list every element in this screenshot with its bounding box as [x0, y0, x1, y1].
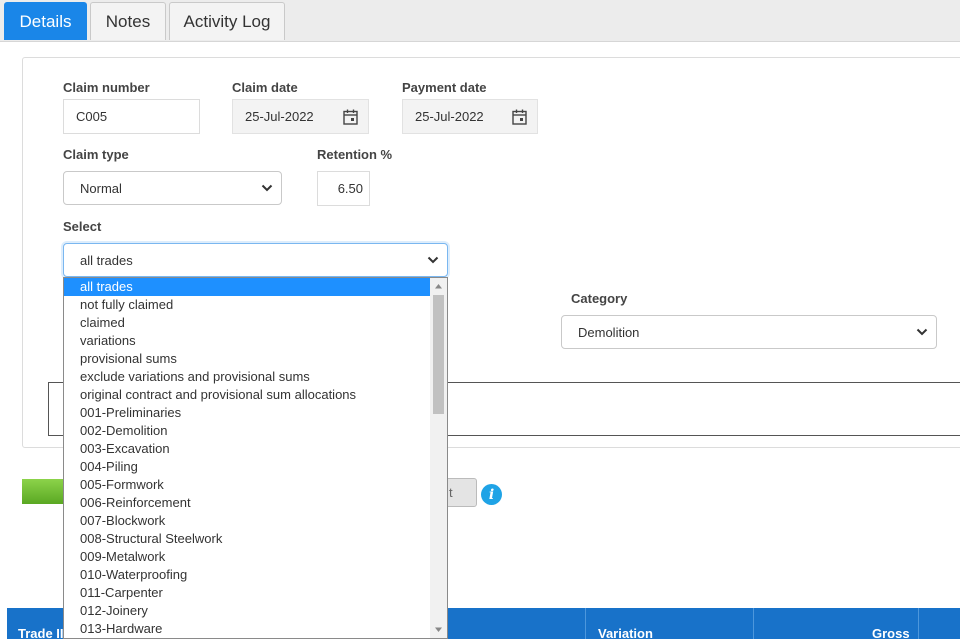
claim-type-value: Normal — [80, 180, 122, 196]
claim-type-select[interactable]: Normal — [63, 171, 282, 205]
chevron-down-icon — [261, 184, 273, 192]
dropdown-option[interactable]: 006-Reinforcement — [64, 494, 430, 512]
green-action-button[interactable] — [22, 479, 64, 504]
dropdown-option[interactable]: variations — [64, 332, 430, 350]
tab-bar: Details Notes Activity Log — [0, 0, 960, 42]
dropdown-option[interactable]: 008-Structural Steelwork — [64, 530, 430, 548]
category-label: Category — [571, 291, 628, 306]
claim-number-label: Claim number — [63, 80, 150, 95]
scroll-down-icon[interactable] — [430, 621, 447, 638]
category-value: Demolition — [578, 324, 640, 340]
payment-date-input[interactable]: 25-Jul-2022 — [402, 99, 538, 134]
trade-filter-dropdown: all trades not fully claimed claimed variat… — [63, 277, 448, 639]
dropdown-option[interactable]: claimed — [64, 314, 430, 332]
trade-filter-value: all trades — [80, 252, 133, 268]
claim-number-input[interactable]: C005 — [63, 99, 200, 134]
dropdown-scrollbar[interactable] — [430, 278, 447, 638]
claim-date-input[interactable]: 25-Jul-2022 — [232, 99, 369, 134]
retention-label: Retention % — [317, 147, 393, 162]
partial-button-label: t — [449, 485, 453, 500]
dropdown-option[interactable]: 011-Carpenter — [64, 584, 430, 602]
dropdown-option[interactable]: all trades — [64, 278, 430, 296]
dropdown-option[interactable]: 002-Demolition — [64, 422, 430, 440]
chevron-down-icon — [427, 256, 439, 264]
dropdown-option[interactable]: 005-Formwork — [64, 476, 430, 494]
payment-date-value: 25-Jul-2022 — [415, 109, 484, 124]
dropdown-option[interactable]: 003-Excavation — [64, 440, 430, 458]
col-divider — [585, 608, 586, 639]
dropdown-option[interactable]: provisional sums — [64, 350, 430, 368]
dropdown-option[interactable]: 010-Waterproofing — [64, 566, 430, 584]
dropdown-option[interactable]: 013-Hardware — [64, 620, 430, 638]
dropdown-option[interactable]: 001-Preliminaries — [64, 404, 430, 422]
payment-date-label: Payment date — [402, 80, 487, 95]
dropdown-option[interactable]: 012-Joinery — [64, 602, 430, 620]
dropdown-option[interactable]: not fully claimed — [64, 296, 430, 314]
dropdown-option[interactable]: original contract and provisional sum al… — [64, 386, 430, 404]
scroll-up-icon[interactable] — [430, 278, 447, 295]
col-divider — [918, 608, 919, 639]
claim-date-value: 25-Jul-2022 — [245, 109, 314, 124]
select-label: Select — [63, 219, 102, 234]
category-select[interactable]: Demolition — [561, 315, 937, 349]
claim-date-label: Claim date — [232, 80, 298, 95]
partial-button[interactable]: t — [446, 478, 477, 507]
scrollbar-thumb[interactable] — [433, 295, 444, 414]
calendar-icon[interactable] — [512, 109, 527, 125]
chevron-down-icon — [916, 328, 928, 336]
col-divider — [753, 608, 754, 639]
tab-activity-log[interactable]: Activity Log — [169, 2, 285, 40]
calendar-icon[interactable] — [343, 109, 358, 125]
claim-type-label: Claim type — [63, 147, 129, 162]
trade-filter-select[interactable]: all trades — [63, 243, 448, 277]
tab-notes[interactable]: Notes — [90, 2, 166, 40]
dropdown-option[interactable]: 007-Blockwork — [64, 512, 430, 530]
info-icon[interactable]: i — [481, 484, 502, 505]
dropdown-option[interactable]: exclude variations and provisional sums — [64, 368, 430, 386]
tab-details[interactable]: Details — [4, 2, 87, 40]
retention-input[interactable]: 6.50 — [317, 171, 370, 206]
dropdown-option[interactable]: 009-Metalwork — [64, 548, 430, 566]
dropdown-option[interactable]: 004-Piling — [64, 458, 430, 476]
